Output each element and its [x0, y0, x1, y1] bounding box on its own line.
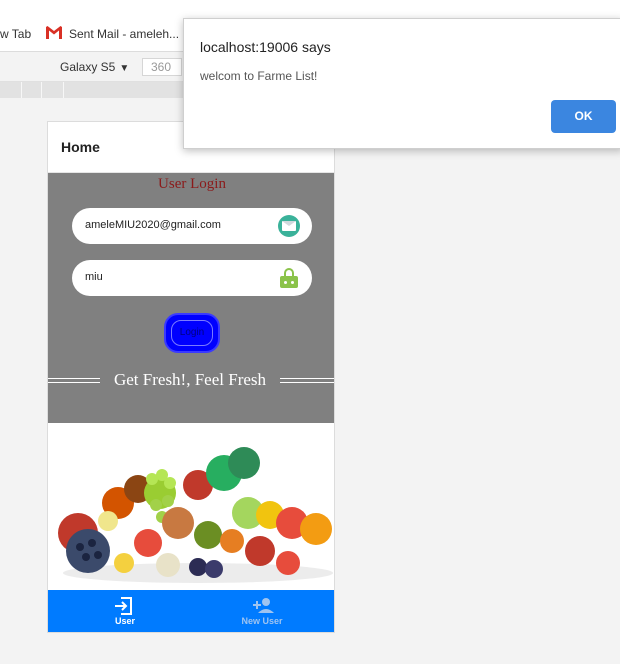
tagline-text: Get Fresh!, Feel Fresh	[113, 370, 267, 389]
dialog-message: welcom to Farme List!	[200, 69, 318, 83]
alert-dialog: localhost:19006 says welcom to Farme Lis…	[183, 18, 620, 149]
lock-icon	[280, 268, 298, 288]
tab-user[interactable]: User	[53, 590, 197, 632]
tagline-rule-right	[280, 378, 334, 383]
ok-button[interactable]: OK	[551, 100, 616, 133]
dialog-title: localhost:19006 says	[200, 39, 331, 55]
login-title: User Login	[158, 176, 226, 192]
bottom-tab-bar: User New User	[48, 590, 334, 632]
login-icon	[115, 597, 132, 615]
login-panel: User Login ameleMIU2020@gmail.com miu Lo…	[48, 173, 334, 423]
device-viewport: Home User Login ameleMIU2020@gmail.com m…	[47, 121, 335, 633]
dropdown-arrow-icon: ▼	[119, 63, 130, 74]
device-name: Galaxy S5	[60, 60, 116, 74]
ruler-segment[interactable]	[0, 82, 22, 98]
tab-user-label: User	[114, 616, 135, 626]
add-user-icon	[253, 598, 274, 613]
mail-icon	[278, 215, 300, 237]
gmail-icon	[46, 26, 62, 39]
ruler-segment[interactable]	[22, 82, 42, 98]
page-title: Home	[61, 139, 100, 155]
tagline: Get Fresh!, Feel Fresh	[48, 370, 334, 394]
password-value: miu	[85, 271, 103, 283]
email-field[interactable]: ameleMIU2020@gmail.com	[72, 208, 312, 244]
login-button[interactable]: Login	[164, 313, 220, 353]
tab-new-user[interactable]: New User	[190, 590, 334, 632]
ruler-segment[interactable]	[42, 82, 64, 98]
tab-new-user-label: New User	[241, 616, 283, 626]
email-value: ameleMIU2020@gmail.com	[85, 219, 221, 231]
login-button-label: Login	[171, 320, 213, 346]
device-select[interactable]: Galaxy S5 ▼	[60, 60, 129, 74]
bookmark-sent-mail[interactable]: Sent Mail - ameleh...	[69, 27, 179, 41]
device-width-input[interactable]: 360	[142, 58, 182, 76]
produce-image	[48, 423, 334, 591]
password-field[interactable]: miu	[72, 260, 312, 296]
tagline-rule-left	[48, 378, 100, 383]
bookmark-new-tab[interactable]: w Tab	[0, 27, 31, 41]
